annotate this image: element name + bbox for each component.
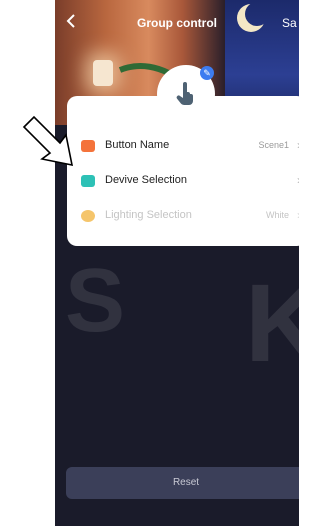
chevron-right-icon: › bbox=[297, 208, 299, 222]
row-button-name[interactable]: Button Name Scene1 › bbox=[67, 129, 299, 164]
tap-hand-icon bbox=[176, 82, 193, 105]
reset-button[interactable]: Reset bbox=[66, 467, 299, 499]
button-name-icon bbox=[81, 140, 95, 152]
row-value: White bbox=[265, 210, 289, 220]
watermark: K bbox=[245, 262, 299, 385]
row-value: Scene1 bbox=[258, 140, 289, 150]
row-label: Button Name bbox=[105, 139, 170, 151]
row-label: Lighting Selection bbox=[105, 209, 192, 221]
row-lighting-selection[interactable]: Lighting Selection White › bbox=[67, 199, 299, 234]
watermark: S bbox=[65, 251, 126, 351]
pointer-arrow-icon bbox=[22, 115, 74, 167]
device-selection-icon bbox=[81, 175, 95, 187]
row-device-selection[interactable]: Devive Selection › bbox=[67, 164, 299, 199]
lighting-icon bbox=[81, 210, 95, 222]
pencil-icon[interactable]: ✎ bbox=[200, 66, 214, 80]
save-button[interactable]: Sa bbox=[282, 16, 297, 30]
chevron-right-icon: › bbox=[297, 138, 299, 152]
app-screen: Group control Sa ✎ Button Name Scene1 › … bbox=[55, 0, 299, 526]
page-title: Group control bbox=[137, 16, 217, 30]
row-label: Devive Selection bbox=[105, 174, 187, 186]
chevron-right-icon: › bbox=[297, 173, 299, 187]
